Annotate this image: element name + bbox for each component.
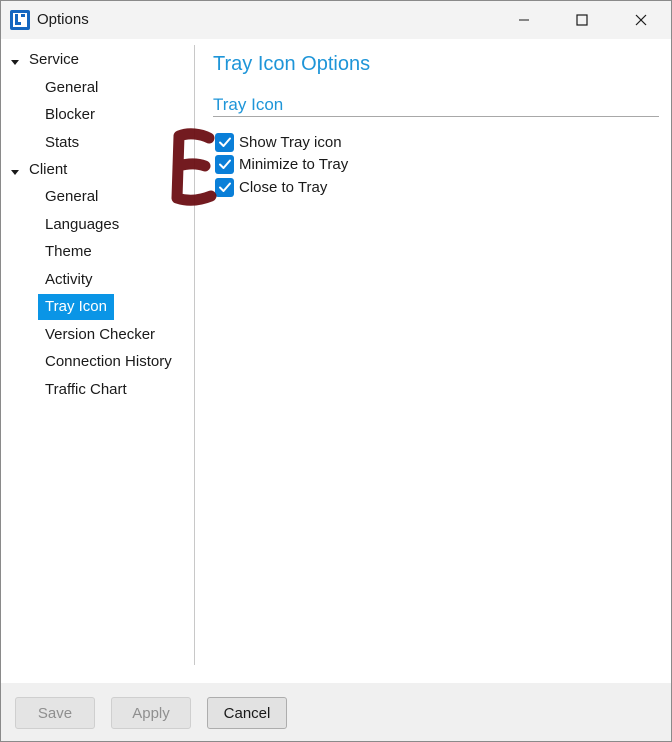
chevron-down-icon[interactable] (9, 165, 21, 177)
maximize-icon (576, 14, 588, 26)
minimize-to-tray-option[interactable]: Minimize to Tray (215, 154, 348, 174)
close-icon (635, 14, 647, 26)
title-bar[interactable]: Options (1, 1, 671, 39)
dialog-footer: Save Apply Cancel (1, 683, 671, 741)
options-nav-tree: Service General Blocker Stats Client Gen… (1, 39, 195, 683)
tree-item-client-general[interactable]: General (38, 184, 105, 210)
tree-item-activity[interactable]: Activity (38, 267, 100, 293)
close-to-tray-label[interactable]: Close to Tray (239, 179, 327, 196)
tree-group-service[interactable]: Service (29, 47, 79, 73)
checkmark-icon (218, 182, 231, 192)
tree-item-service-general[interactable]: General (38, 75, 105, 101)
app-logo-icon (10, 10, 30, 30)
checkmark-icon (218, 137, 231, 147)
show-tray-icon-option[interactable]: Show Tray icon (215, 132, 342, 152)
options-window: Options Service General Blocker Stats Cl… (0, 0, 672, 742)
minimize-to-tray-label[interactable]: Minimize to Tray (239, 156, 348, 173)
section-header: Tray Icon (213, 95, 284, 114)
tree-item-languages[interactable]: Languages (38, 212, 126, 238)
close-button[interactable] (618, 1, 664, 39)
save-button[interactable]: Save (15, 697, 95, 729)
tree-item-blocker[interactable]: Blocker (38, 102, 102, 128)
chevron-down-icon[interactable] (9, 55, 21, 67)
annotation-mark (167, 126, 219, 208)
section-divider (213, 116, 659, 117)
minimize-icon (518, 14, 530, 26)
tree-item-stats[interactable]: Stats (38, 130, 86, 156)
tree-item-version-checker[interactable]: Version Checker (38, 322, 162, 348)
page-title: Tray Icon Options (213, 53, 371, 75)
tree-item-tray-icon[interactable]: Tray Icon (38, 294, 114, 320)
cancel-button[interactable]: Cancel (207, 697, 287, 729)
show-tray-icon-label[interactable]: Show Tray icon (239, 134, 342, 151)
minimize-button[interactable] (501, 1, 547, 39)
apply-button[interactable]: Apply (111, 697, 191, 729)
window-title: Options (37, 11, 89, 28)
maximize-button[interactable] (559, 1, 605, 39)
tree-item-traffic-chart[interactable]: Traffic Chart (38, 377, 134, 403)
close-to-tray-option[interactable]: Close to Tray (215, 177, 327, 197)
tree-item-connection-history[interactable]: Connection History (38, 349, 179, 375)
tree-item-theme[interactable]: Theme (38, 239, 99, 265)
checkmark-icon (218, 159, 231, 169)
tree-group-client[interactable]: Client (29, 157, 67, 183)
